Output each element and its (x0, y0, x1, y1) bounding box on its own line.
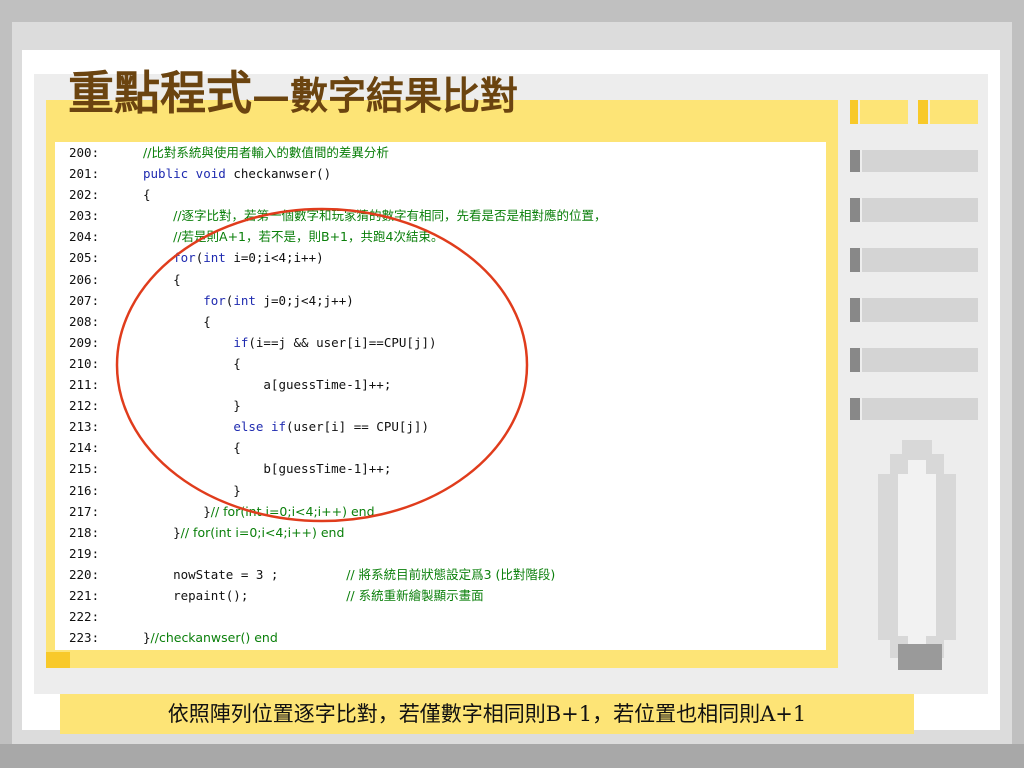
decorative-pixel-ornament (878, 440, 956, 670)
side-bar-mark-2 (850, 198, 860, 222)
side-bar-mark-3 (850, 248, 860, 272)
highlight-circle (115, 207, 529, 523)
side-bar-2 (862, 198, 978, 222)
side-bar-mark-6 (850, 398, 860, 420)
side-bar-5 (862, 348, 978, 372)
side-bar-mark-4 (850, 298, 860, 322)
side-tab-yellow-2 (860, 100, 908, 124)
side-bar-mark-1 (850, 150, 860, 172)
side-tab-yellow-4 (930, 100, 978, 124)
side-bar-3 (862, 248, 978, 272)
side-bar-1 (862, 150, 978, 172)
side-bar-4 (862, 298, 978, 322)
caption-text: 依照陣列位置逐字比對，若僅數字相同則B+1，若位置也相同則A+1 (167, 702, 807, 726)
side-tab-yellow-1 (850, 100, 858, 124)
caption-box: 依照陣列位置逐字比對，若僅數字相同則B+1，若位置也相同則A+1 (60, 694, 914, 734)
side-bar-mark-5 (850, 348, 860, 372)
side-bar-6 (862, 398, 978, 420)
side-tab-yellow-3 (918, 100, 928, 124)
